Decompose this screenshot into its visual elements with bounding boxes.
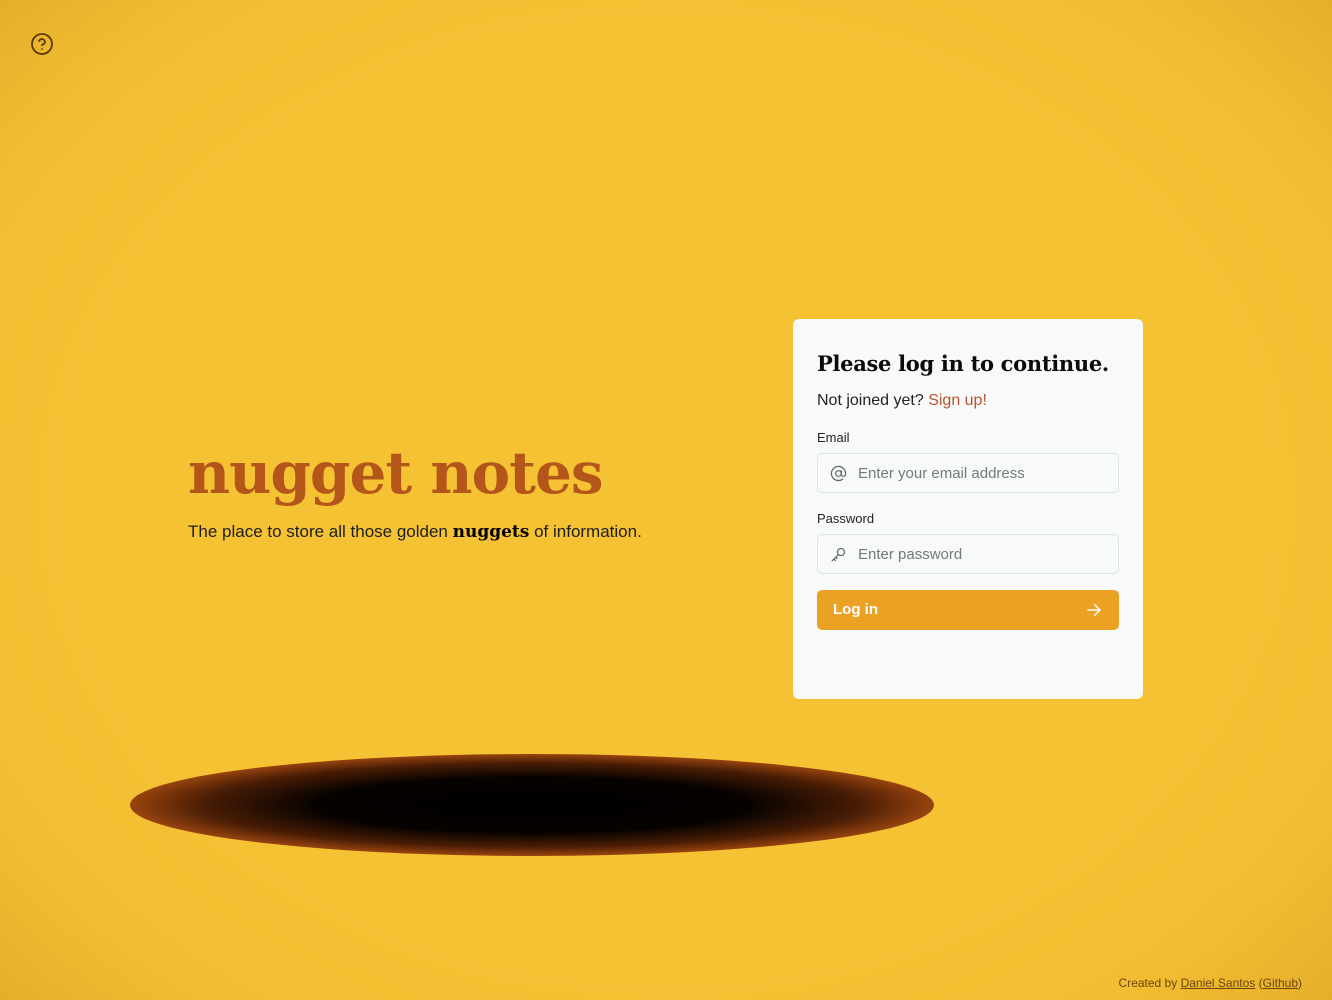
- login-card: Please log in to continue. Not joined ye…: [793, 319, 1143, 699]
- author-link[interactable]: Daniel Santos: [1181, 976, 1256, 990]
- tagline-text-start: The place to store all those golden: [188, 522, 453, 541]
- decorative-hole-shadow: [130, 754, 934, 856]
- signup-link[interactable]: Sign up!: [928, 392, 987, 409]
- login-button[interactable]: Log in: [817, 590, 1119, 630]
- footer-open-paren: (: [1255, 976, 1263, 990]
- email-label: Email: [817, 430, 850, 445]
- email-field-wrapper: [817, 453, 1119, 493]
- login-card-title: Please log in to continue.: [817, 351, 1109, 376]
- email-input[interactable]: [858, 454, 1108, 492]
- key-icon: [830, 546, 847, 563]
- password-input[interactable]: [858, 535, 1108, 573]
- footer-credit: Created by Daniel Santos (Github): [1119, 976, 1302, 990]
- signup-prompt: Not joined yet?: [817, 392, 924, 409]
- app-title: nugget notes: [188, 439, 604, 507]
- help-circle-icon: [30, 32, 54, 56]
- password-field-wrapper: [817, 534, 1119, 574]
- at-sign-icon: [830, 465, 847, 482]
- footer-prefix: Created by: [1118, 976, 1181, 990]
- hero-section: nugget notes The place to store all thos…: [188, 438, 748, 542]
- tagline-emphasis: nuggets: [452, 522, 530, 542]
- help-button[interactable]: [30, 32, 54, 56]
- password-label: Password: [817, 511, 875, 526]
- github-link[interactable]: Github: [1263, 976, 1298, 990]
- footer-close-paren: ): [1298, 976, 1302, 990]
- login-button-label: Log in: [833, 601, 878, 618]
- signup-prompt-line: Not joined yet? Sign up!: [817, 392, 1119, 410]
- arrow-right-icon: [1085, 601, 1103, 619]
- tagline: The place to store all those golden nugg…: [188, 522, 748, 542]
- tagline-text-end: of information.: [529, 522, 642, 541]
